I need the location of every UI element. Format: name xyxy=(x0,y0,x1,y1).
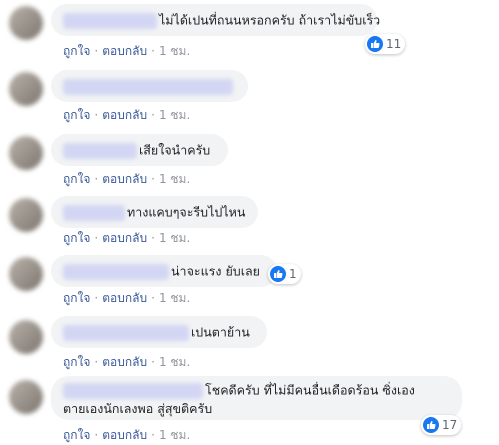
comment-bubble: เสียใจนำครับ xyxy=(51,134,228,166)
comment-actions: ถูกใจ · ตอบกลับ · 1 ชม. xyxy=(63,353,190,372)
avatar[interactable] xyxy=(9,380,43,414)
reaction-number: 1 xyxy=(289,267,297,281)
comment-bubble: น่าจะแรง ยับเลย xyxy=(51,255,277,287)
author-name-blurred[interactable] xyxy=(63,324,189,341)
separator-dot: · xyxy=(151,291,155,305)
separator-dot: · xyxy=(151,231,155,245)
separator-dot: · xyxy=(94,231,99,245)
separator-dot: · xyxy=(94,172,99,186)
separator-dot: · xyxy=(94,108,99,122)
separator-dot: · xyxy=(94,291,99,305)
timestamp[interactable]: 1 ชม. xyxy=(159,355,190,369)
avatar[interactable] xyxy=(9,320,43,354)
author-name-blurred[interactable] xyxy=(63,204,125,221)
separator-dot: · xyxy=(151,108,155,122)
comment-text: ไม่ได้เปนที่ถนนหรอกครับ ถ้าเราไม่ขับเร็ว xyxy=(159,12,381,28)
reaction-count[interactable]: 17 xyxy=(421,415,462,435)
timestamp[interactable]: 1 ชม. xyxy=(159,108,190,122)
author-name-blurred[interactable] xyxy=(63,142,137,159)
author-name-blurred[interactable] xyxy=(63,263,169,280)
like-link[interactable]: ถูกใจ xyxy=(63,355,90,369)
thumbs-up-icon xyxy=(367,36,383,52)
comment-text-line-1: โชคดีครับ ที่ไม่มีคนอื่นเดือดร้อน ซิ่งเอ… xyxy=(205,382,415,398)
comment-actions: ถูกใจ · ตอบกลับ · 1 ชม. xyxy=(63,426,190,445)
reply-link[interactable]: ตอบกลับ xyxy=(102,172,147,186)
comment-bubble: ไม่ได้เปนที่ถนนหรอกครับ ถ้าเราไม่ขับเร็ว xyxy=(51,4,381,36)
comment-text: น่าจะแรง ยับเลย xyxy=(171,263,260,279)
reply-link[interactable]: ตอบกลับ xyxy=(102,355,147,369)
like-link[interactable]: ถูกใจ xyxy=(63,108,90,122)
like-link[interactable]: ถูกใจ xyxy=(63,291,90,305)
like-link[interactable]: ถูกใจ xyxy=(63,231,90,245)
reaction-number: 11 xyxy=(386,37,402,51)
timestamp[interactable]: 1 ชม. xyxy=(159,44,190,58)
avatar[interactable] xyxy=(9,136,43,170)
like-link[interactable]: ถูกใจ xyxy=(63,44,90,58)
reply-link[interactable]: ตอบกลับ xyxy=(102,428,147,442)
separator-dot: · xyxy=(151,428,155,442)
separator-dot: · xyxy=(94,428,99,442)
author-name-blurred[interactable] xyxy=(63,382,203,399)
avatar[interactable] xyxy=(9,72,43,106)
reply-link[interactable]: ตอบกลับ xyxy=(102,44,147,58)
separator-dot: · xyxy=(94,355,99,369)
like-link[interactable]: ถูกใจ xyxy=(63,172,90,186)
thumbs-up-icon xyxy=(423,417,439,433)
separator-dot: · xyxy=(94,44,99,58)
separator-dot: · xyxy=(151,355,155,369)
author-name-blurred[interactable] xyxy=(63,12,157,29)
author-name-blurred[interactable] xyxy=(63,78,233,95)
comment-actions: ถูกใจ · ตอบกลับ · 1 ชม. xyxy=(63,170,190,189)
reply-link[interactable]: ตอบกลับ xyxy=(102,291,147,305)
avatar[interactable] xyxy=(9,6,43,40)
comment-actions: ถูกใจ · ตอบกลับ · 1 ชม. xyxy=(63,229,190,248)
timestamp[interactable]: 1 ชม. xyxy=(159,172,190,186)
comment-text: เสียใจนำครับ xyxy=(139,142,211,158)
timestamp[interactable]: 1 ชม. xyxy=(159,291,190,305)
comment-line-1: โชคดีครับ ที่ไม่มีคนอื่นเดือดร้อน ซิ่งเอ… xyxy=(63,382,450,399)
separator-dot: · xyxy=(151,44,155,58)
comment-text-line-2: ตายเองนักเลงพอ สู่สุขติครับ xyxy=(63,400,213,416)
comment-actions: ถูกใจ · ตอบกลับ · 1 ชม. xyxy=(63,42,190,61)
comment-bubble: ทางแคบๆจะรีบไปไหน xyxy=(51,196,258,228)
comment-bubble: โชคดีครับ ที่ไม่มีคนอื่นเดือดร้อน ซิ่งเอ… xyxy=(51,376,462,420)
like-link[interactable]: ถูกใจ xyxy=(63,428,90,442)
comment-bubble: เปนตาย้าน xyxy=(51,316,267,348)
comment-actions: ถูกใจ · ตอบกลับ · 1 ชม. xyxy=(63,289,190,308)
timestamp[interactable]: 1 ชม. xyxy=(159,231,190,245)
reaction-count[interactable]: 11 xyxy=(365,34,406,54)
comment-actions: ถูกใจ · ตอบกลับ · 1 ชม. xyxy=(63,106,190,125)
comment-text: ทางแคบๆจะรีบไปไหน xyxy=(127,204,246,220)
comment-bubble xyxy=(51,70,248,102)
avatar[interactable] xyxy=(9,257,43,291)
reaction-number: 17 xyxy=(442,418,458,432)
comment-text: เปนตาย้าน xyxy=(191,324,250,340)
avatar[interactable] xyxy=(9,198,43,232)
timestamp[interactable]: 1 ชม. xyxy=(159,428,190,442)
reply-link[interactable]: ตอบกลับ xyxy=(102,231,147,245)
thumbs-up-icon xyxy=(270,266,286,282)
separator-dot: · xyxy=(151,172,155,186)
reaction-count[interactable]: 1 xyxy=(268,264,301,284)
reply-link[interactable]: ตอบกลับ xyxy=(102,108,147,122)
